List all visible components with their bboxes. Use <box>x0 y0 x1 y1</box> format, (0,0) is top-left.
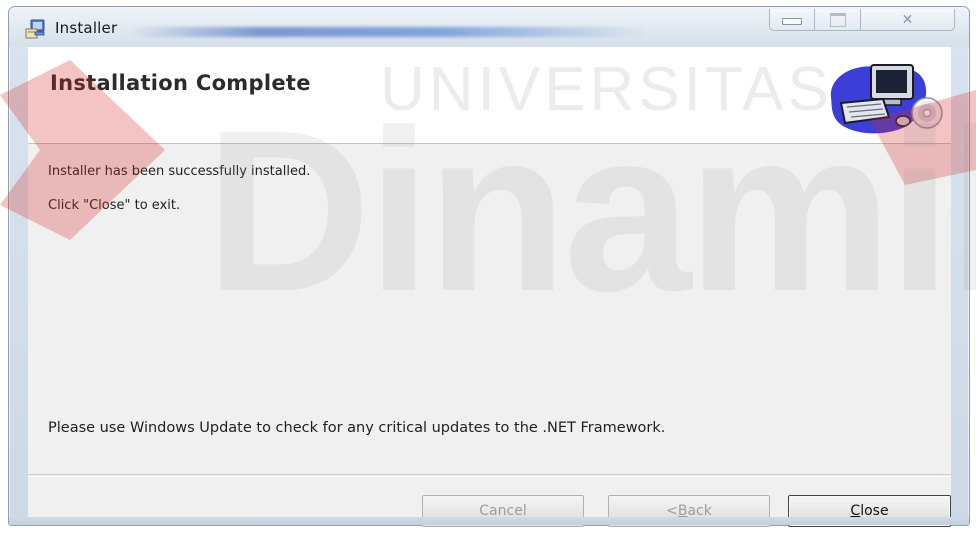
computer-with-disc-icon <box>830 64 943 134</box>
close-window-button[interactable]: ✕ <box>861 9 955 31</box>
window-title: Installer <box>55 19 118 37</box>
content-area: Installer has been successfully installe… <box>28 144 951 474</box>
minimize-icon <box>782 17 802 25</box>
installer-app-icon[interactable] <box>23 17 47 41</box>
window-frame-bottom <box>9 517 969 525</box>
title-bar-glow <box>129 27 649 37</box>
exit-instruction: Click "Close" to exit. <box>48 198 181 213</box>
footer-highlight <box>28 476 951 477</box>
success-message: Installer has been successfully installe… <box>48 164 311 179</box>
screenshot-page: Installer ✕ Installation Complete Instal… <box>0 0 976 536</box>
installer-window: Installer ✕ Installation Complete Instal… <box>8 6 970 527</box>
maximize-button[interactable] <box>815 9 861 31</box>
maximize-icon <box>829 12 846 27</box>
window-controls: ✕ <box>769 9 955 33</box>
minimize-button[interactable] <box>769 9 815 31</box>
close-icon: ✕ <box>901 11 914 28</box>
title-bar[interactable]: Installer ✕ <box>9 7 969 47</box>
windows-update-note: Please use Windows Update to check for a… <box>48 420 666 436</box>
page-title: Installation Complete <box>50 71 311 95</box>
header-band: Installation Complete <box>28 47 951 144</box>
